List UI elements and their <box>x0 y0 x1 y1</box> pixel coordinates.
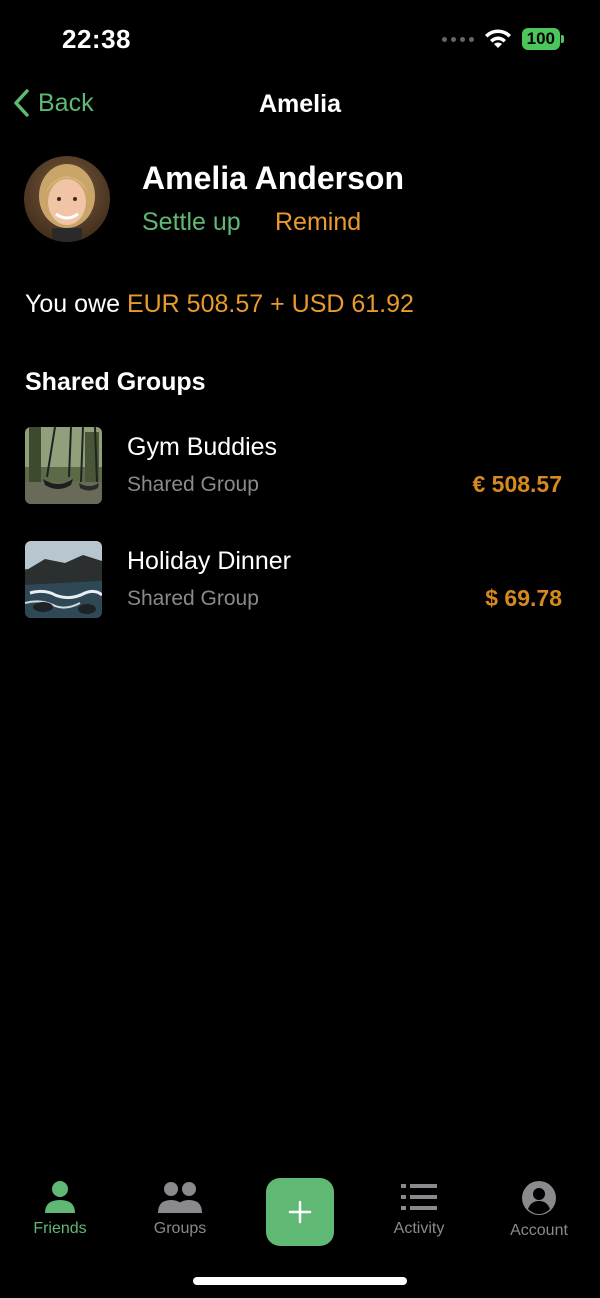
tab-activity[interactable]: Activity <box>359 1180 479 1238</box>
tab-bar: Friends Groups Activity Account <box>0 1170 600 1260</box>
account-circle-icon <box>522 1181 556 1215</box>
tab-friends[interactable]: Friends <box>0 1180 120 1238</box>
people-icon <box>158 1182 202 1213</box>
remind-button[interactable]: Remind <box>275 208 361 237</box>
list-icon <box>401 1184 437 1210</box>
group-amount: € 508.57 <box>472 471 562 497</box>
tab-label: Account <box>510 1222 568 1239</box>
status-icons: 100 <box>441 28 565 50</box>
person-icon <box>45 1181 75 1213</box>
tab-label: Activity <box>393 1220 445 1237</box>
home-indicator <box>193 1277 407 1285</box>
tab-label: Friends <box>33 1220 87 1237</box>
group-thumbnail <box>25 541 102 618</box>
group-row-holiday-dinner[interactable]: Holiday Dinner Shared Group $ 69.78 <box>0 541 600 641</box>
group-subtitle: Shared Group <box>127 473 259 496</box>
balance-amount: EUR 508.57 + USD 61.92 <box>126 290 414 318</box>
page-title: Amelia <box>259 90 341 118</box>
settle-up-button[interactable]: Settle up <box>142 208 241 237</box>
group-row-gym-buddies[interactable]: Gym Buddies Shared Group € 508.57 <box>0 427 600 527</box>
group-name: Holiday Dinner <box>127 547 291 575</box>
shared-groups-title: Shared Groups <box>25 368 206 396</box>
tab-groups[interactable]: Groups <box>120 1180 240 1238</box>
group-thumbnail <box>25 427 102 504</box>
cellular-signal-icon <box>441 36 474 42</box>
group-name: Gym Buddies <box>127 433 278 461</box>
tab-account[interactable]: Account <box>479 1180 599 1240</box>
wifi-icon <box>484 29 511 48</box>
group-subtitle: Shared Group <box>127 587 259 610</box>
tab-label: Groups <box>153 1220 207 1237</box>
status-time: 22:38 <box>62 24 131 54</box>
battery-indicator: 100 <box>521 28 565 50</box>
add-expense-button[interactable] <box>266 1178 334 1246</box>
balance-summary: You owe EUR 508.57 + USD 61.92 <box>25 290 414 319</box>
group-amount: $ 69.78 <box>485 585 562 611</box>
avatar <box>24 156 110 242</box>
plus-icon <box>288 1200 312 1224</box>
profile-name: Amelia Anderson <box>142 160 404 196</box>
balance-prefix: You owe <box>25 290 120 318</box>
